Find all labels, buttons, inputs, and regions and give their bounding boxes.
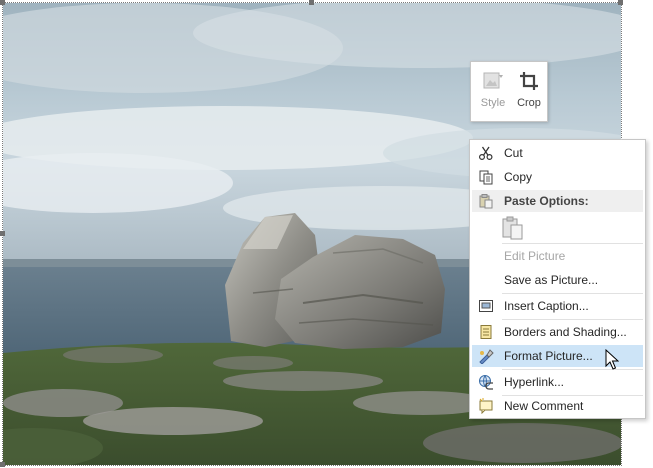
- menu-item-cut[interactable]: Cut: [472, 142, 643, 164]
- crop-label: Crop: [517, 97, 541, 109]
- menu-separator: [502, 369, 643, 370]
- menu-label-format-picture: Format Picture...: [504, 349, 593, 363]
- style-button[interactable]: Style: [475, 66, 511, 118]
- document-canvas: Style Crop Cut Copy Paste Options: Edit …: [0, 0, 653, 468]
- hyperlink-icon: [479, 375, 493, 390]
- menu-label-edit-picture: Edit Picture: [504, 249, 566, 263]
- menu-item-edit-picture[interactable]: Edit Picture: [472, 245, 643, 267]
- mouse-pointer-icon: [605, 349, 619, 370]
- menu-item-hyperlink[interactable]: Hyperlink...: [472, 371, 643, 393]
- context-menu: Cut Copy Paste Options: Edit Picture Sav…: [469, 139, 646, 419]
- menu-label-borders-and-shading: Borders and Shading...: [504, 325, 627, 339]
- mini-toolbar: Style Crop: [470, 61, 548, 122]
- format-picture-icon: [479, 349, 494, 364]
- menu-separator: [502, 243, 643, 244]
- paste-options-label: Paste Options:: [504, 194, 589, 208]
- resize-handle-top-left[interactable]: [0, 0, 5, 5]
- caption-icon: [479, 300, 493, 312]
- menu-separator: [502, 319, 643, 320]
- resize-handle-left[interactable]: [0, 231, 5, 236]
- menu-label-insert-caption: Insert Caption...: [504, 299, 589, 313]
- menu-item-copy[interactable]: Copy: [472, 166, 643, 188]
- resize-handle-bottom-left[interactable]: [0, 462, 5, 467]
- new-comment-icon: [479, 398, 493, 414]
- paste-icon: [479, 194, 493, 209]
- menu-item-save-as-picture[interactable]: Save as Picture...: [472, 269, 643, 291]
- menu-item-insert-caption[interactable]: Insert Caption...: [472, 295, 643, 317]
- menu-label-copy: Copy: [504, 170, 533, 184]
- scissors-icon: [478, 146, 493, 161]
- crop-button[interactable]: Crop: [511, 66, 547, 118]
- paste-keep-source-icon[interactable]: [500, 215, 526, 241]
- menu-label-cut: Cut: [504, 146, 523, 160]
- menu-label-hyperlink: Hyperlink...: [504, 375, 565, 389]
- borders-icon: [480, 325, 492, 339]
- copy-icon: [479, 170, 493, 185]
- menu-label-new-comment: New Comment: [504, 399, 584, 413]
- resize-handle-top[interactable]: [309, 0, 314, 5]
- menu-item-new-comment[interactable]: New Comment: [472, 395, 643, 417]
- resize-handle-top-right[interactable]: [618, 0, 623, 5]
- menu-separator: [502, 293, 643, 294]
- picture-style-icon: [483, 72, 503, 89]
- crop-icon: [520, 72, 538, 90]
- style-label: Style: [480, 97, 506, 109]
- paste-options-header: Paste Options:: [472, 190, 643, 212]
- menu-item-borders-and-shading[interactable]: Borders and Shading...: [472, 321, 643, 343]
- menu-label-save-as-picture: Save as Picture...: [504, 273, 599, 287]
